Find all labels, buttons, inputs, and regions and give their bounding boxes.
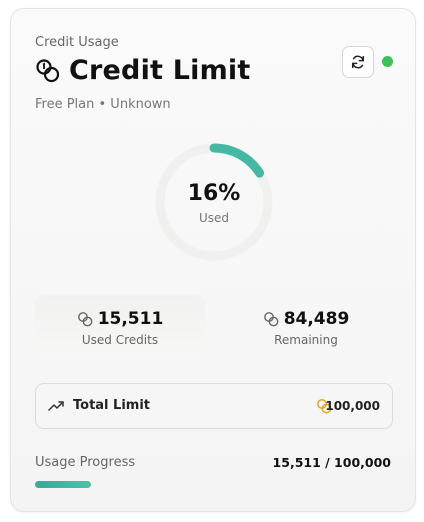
remaining-credits-label: Remaining xyxy=(274,333,338,347)
trending-up-icon xyxy=(48,401,64,411)
gauge-percent: 16% xyxy=(187,181,241,206)
page-title: Credit Limit xyxy=(69,55,251,86)
usage-gauge: 16% Used xyxy=(149,137,279,267)
usage-progress-value: 15,511 / 100,000 xyxy=(272,455,391,470)
total-limit-row: Total Limit 100,000 xyxy=(35,383,393,429)
credit-usage-card: Credit Usage Credit Limit Free Plan • Un… xyxy=(10,8,416,512)
usage-progress-bar xyxy=(35,481,91,488)
used-credits-value: 15,511 xyxy=(97,309,164,329)
refresh-button[interactable] xyxy=(342,46,374,78)
usage-progress-label: Usage Progress xyxy=(35,455,136,470)
remaining-credits-value: 84,489 xyxy=(283,309,350,329)
card-title-row: Credit Limit xyxy=(35,55,251,86)
total-limit-value: 100,000 xyxy=(325,399,380,413)
status-indicator xyxy=(382,56,393,67)
gauge-label: Used xyxy=(198,211,230,225)
used-credits-stat: 15,511 Used Credits xyxy=(35,295,205,357)
refresh-icon xyxy=(351,55,365,69)
plan-subtitle: Free Plan • Unknown xyxy=(35,97,171,112)
card-eyebrow: Credit Usage xyxy=(35,35,119,50)
total-limit-label: Total Limit xyxy=(73,398,150,413)
coins-icon xyxy=(77,312,93,327)
coins-icon xyxy=(36,58,60,82)
gauge-arc xyxy=(209,143,265,178)
remaining-credits-stat: 84,489 Remaining xyxy=(221,295,391,357)
used-credits-label: Used Credits xyxy=(81,333,159,347)
coins-icon xyxy=(263,312,279,327)
